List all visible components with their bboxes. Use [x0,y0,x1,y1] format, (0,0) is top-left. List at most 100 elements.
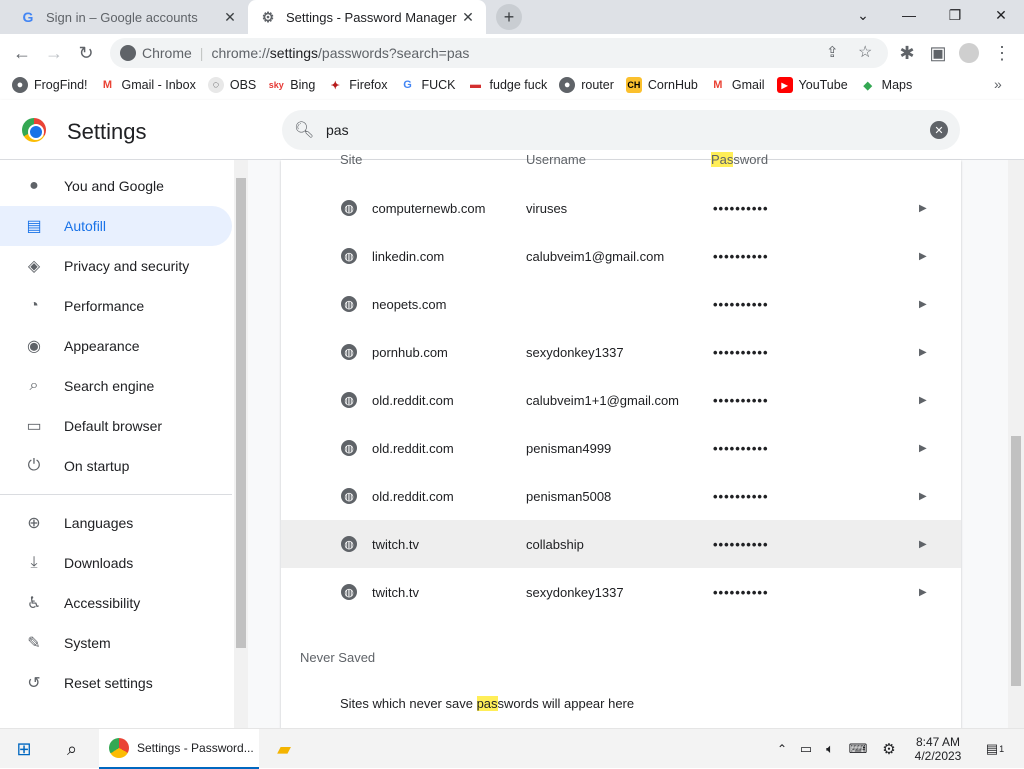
password-row[interactable]: ◍ twitch.tv collabship •••••••••• ▶ [281,520,961,568]
folder-icon[interactable]: ▰ [268,729,300,769]
sidebar-item-privacy[interactable]: ◈ Privacy and security [0,246,232,286]
sidebar-item-languages[interactable]: ⊕ Languages [0,503,232,543]
settings-search-input[interactable]: 🔍︎ pas ✕ [282,110,960,150]
tab-google-sign-in[interactable]: G Sign in – Google accounts ✕ [8,0,248,34]
sidebar-item-on-startup[interactable]: ⏻ On startup [0,446,232,486]
globe-icon: ◍ [341,296,357,312]
speedometer-icon: ◔ [29,297,39,314]
browser-icon: ▭ [26,418,42,435]
row-site: computernewb.com [372,200,486,216]
bookmark-router[interactable]: ● router [559,77,614,93]
power-icon: ⏻ [27,457,41,474]
password-row[interactable]: ◍ old.reddit.com penisman5008 •••••••••• ▶ [281,472,961,520]
sidebar-item-label: Languages [64,515,134,531]
sidebar-scrollbar[interactable] [234,160,248,728]
arrow-right-icon[interactable]: ▶ [919,539,927,550]
restore-button[interactable]: ❐ [932,0,978,30]
sidebar-item-you-and-google[interactable]: ● You and Google [0,166,232,206]
sidebar-item-autofill[interactable]: ▤ Autofill [0,206,232,246]
scrollbar-thumb[interactable] [236,178,246,648]
password-row[interactable]: ◍ computernewb.com viruses •••••••••• ▶ [281,184,961,232]
sidebar-item-downloads[interactable]: ⤓ Downloads [0,543,232,583]
clear-search-icon[interactable]: ✕ [930,121,948,139]
bookmark-cornhub[interactable]: CH CornHub [625,77,698,93]
avatar[interactable] [955,39,983,67]
chevron-up-icon[interactable]: ⌃ [772,729,792,769]
bookmark-youtube[interactable]: ▶ YouTube [776,77,848,93]
windows-start-icon[interactable]: ⊞ [8,729,40,769]
sidebar-item-performance[interactable]: ◔ Performance [0,286,232,326]
password-row[interactable]: ◍ linkedin.com calubveim1@gmail.com •••••••… [281,232,961,280]
bookmark-firefox[interactable]: ✦ Firefox [327,77,388,93]
notification-icon[interactable]: ▤ 1 [980,729,1010,769]
bookmark-star-icon[interactable]: ☆ [858,42,872,62]
network-icon[interactable]: ▭ [796,729,816,769]
forward-icon[interactable]: → [40,39,68,67]
never-saved-heading: Never Saved [300,650,376,665]
arrow-right-icon[interactable]: ▶ [919,203,927,214]
bookmark-label: fudge fuck [489,78,548,92]
browser-toolbar: ← → ↻ Chrome | chrome://settings/passwor… [0,34,1024,72]
search-icon[interactable]: ⌕ [56,729,88,769]
reload-icon[interactable]: ↻ [72,39,100,67]
extensions-icon[interactable]: ✱ [893,39,921,67]
tab-search-icon[interactable]: ⌄ [840,0,886,30]
sidebar-item-appearance[interactable]: ◉ Appearance [0,326,232,366]
person-icon: ● [29,177,39,194]
maps-icon: ◆ [863,79,872,92]
volume-icon[interactable]: 🔈︎ [820,729,840,769]
tab-settings-password-manager[interactable]: ⚙ Settings - Password Manager ✕ [248,0,486,34]
row-site: neopets.com [372,296,447,312]
bookmark-gmail-inbox[interactable]: M Gmail - Inbox [100,77,196,93]
arrow-right-icon[interactable]: ▶ [919,443,927,454]
bookmark-frogfind[interactable]: ● FrogFind! [12,77,88,93]
password-row[interactable]: ◍ neopets.com •••••••••• ▶ [281,280,961,328]
arrow-right-icon[interactable]: ▶ [919,587,927,598]
accessibility-icon: ♿︎ [26,595,42,612]
gear-icon[interactable]: ⚙ [878,729,900,769]
close-tab-icon[interactable]: ✕ [458,7,478,27]
sidebar-item-reset-settings[interactable]: ↺ Reset settings [0,663,232,703]
bookmark-fuck[interactable]: G FUCK [399,77,455,93]
arrow-right-icon[interactable]: ▶ [919,251,927,262]
bookmark-fudge-fuck[interactable]: ▬ fudge fuck [468,77,548,93]
address-bar[interactable]: Chrome | chrome://settings/passwords?sea… [110,38,888,68]
password-row[interactable]: ◍ old.reddit.com calubveim1+1@gmail.com •••… [281,376,961,424]
minimize-button[interactable]: — [886,0,932,30]
arrow-right-icon[interactable]: ▶ [919,395,927,406]
password-row[interactable]: ◍ pornhub.com sexydonkey1337 •••••••••• ▶ [281,328,961,376]
chevron-right-double-icon[interactable]: » [994,76,1002,92]
bookmark-gmail[interactable]: M Gmail [710,77,764,93]
sidebar-item-label: System [64,635,111,651]
side-panel-icon[interactable]: ▣ [924,39,952,67]
url-path: settings [269,45,319,61]
row-site: old.reddit.com [372,488,454,504]
sidebar-item-search-engine[interactable]: ⌕ Search engine [0,366,232,406]
arrow-right-icon[interactable]: ▶ [919,299,927,310]
close-window-button[interactable]: ✕ [978,0,1024,30]
sidebar-item-accessibility[interactable]: ♿︎ Accessibility [0,583,232,623]
password-row[interactable]: ◍ twitch.tv sexydonkey1337 •••••••••• ▶ [281,568,961,616]
row-site: pornhub.com [372,344,448,360]
password-row[interactable]: ◍ old.reddit.com penisman4999 •••••••••• ▶ [281,424,961,472]
sidebar-item-system[interactable]: ✎ System [0,623,232,663]
new-tab-button[interactable]: + [496,4,522,30]
system-clock[interactable]: 8:47 AM 4/2/2023 [900,729,976,769]
bookmark-bing[interactable]: sky Bing [268,77,316,93]
taskbar-chrome-button[interactable]: Settings - Password... [99,729,259,769]
menu-kebab-icon[interactable]: ⋮ [988,39,1016,67]
bookmark-maps[interactable]: ◆ Maps [860,77,912,93]
sidebar-item-default-browser[interactable]: ▭ Default browser [0,406,232,446]
scrollbar-thumb[interactable] [1011,436,1021,686]
bookmark-label: CornHub [647,78,698,92]
arrow-right-icon[interactable]: ▶ [919,491,927,502]
arrow-right-icon[interactable]: ▶ [919,347,927,358]
row-site: linkedin.com [372,248,445,264]
globe-icon: ◍ [341,248,357,264]
close-tab-icon[interactable]: ✕ [220,7,240,27]
share-icon[interactable]: ⇪ [826,43,839,61]
main-scrollbar[interactable] [1008,160,1024,728]
keyboard-icon[interactable]: ⌨ [846,729,870,769]
bookmark-obs[interactable]: ◌ OBS [207,77,256,93]
back-icon[interactable]: ← [8,39,36,67]
